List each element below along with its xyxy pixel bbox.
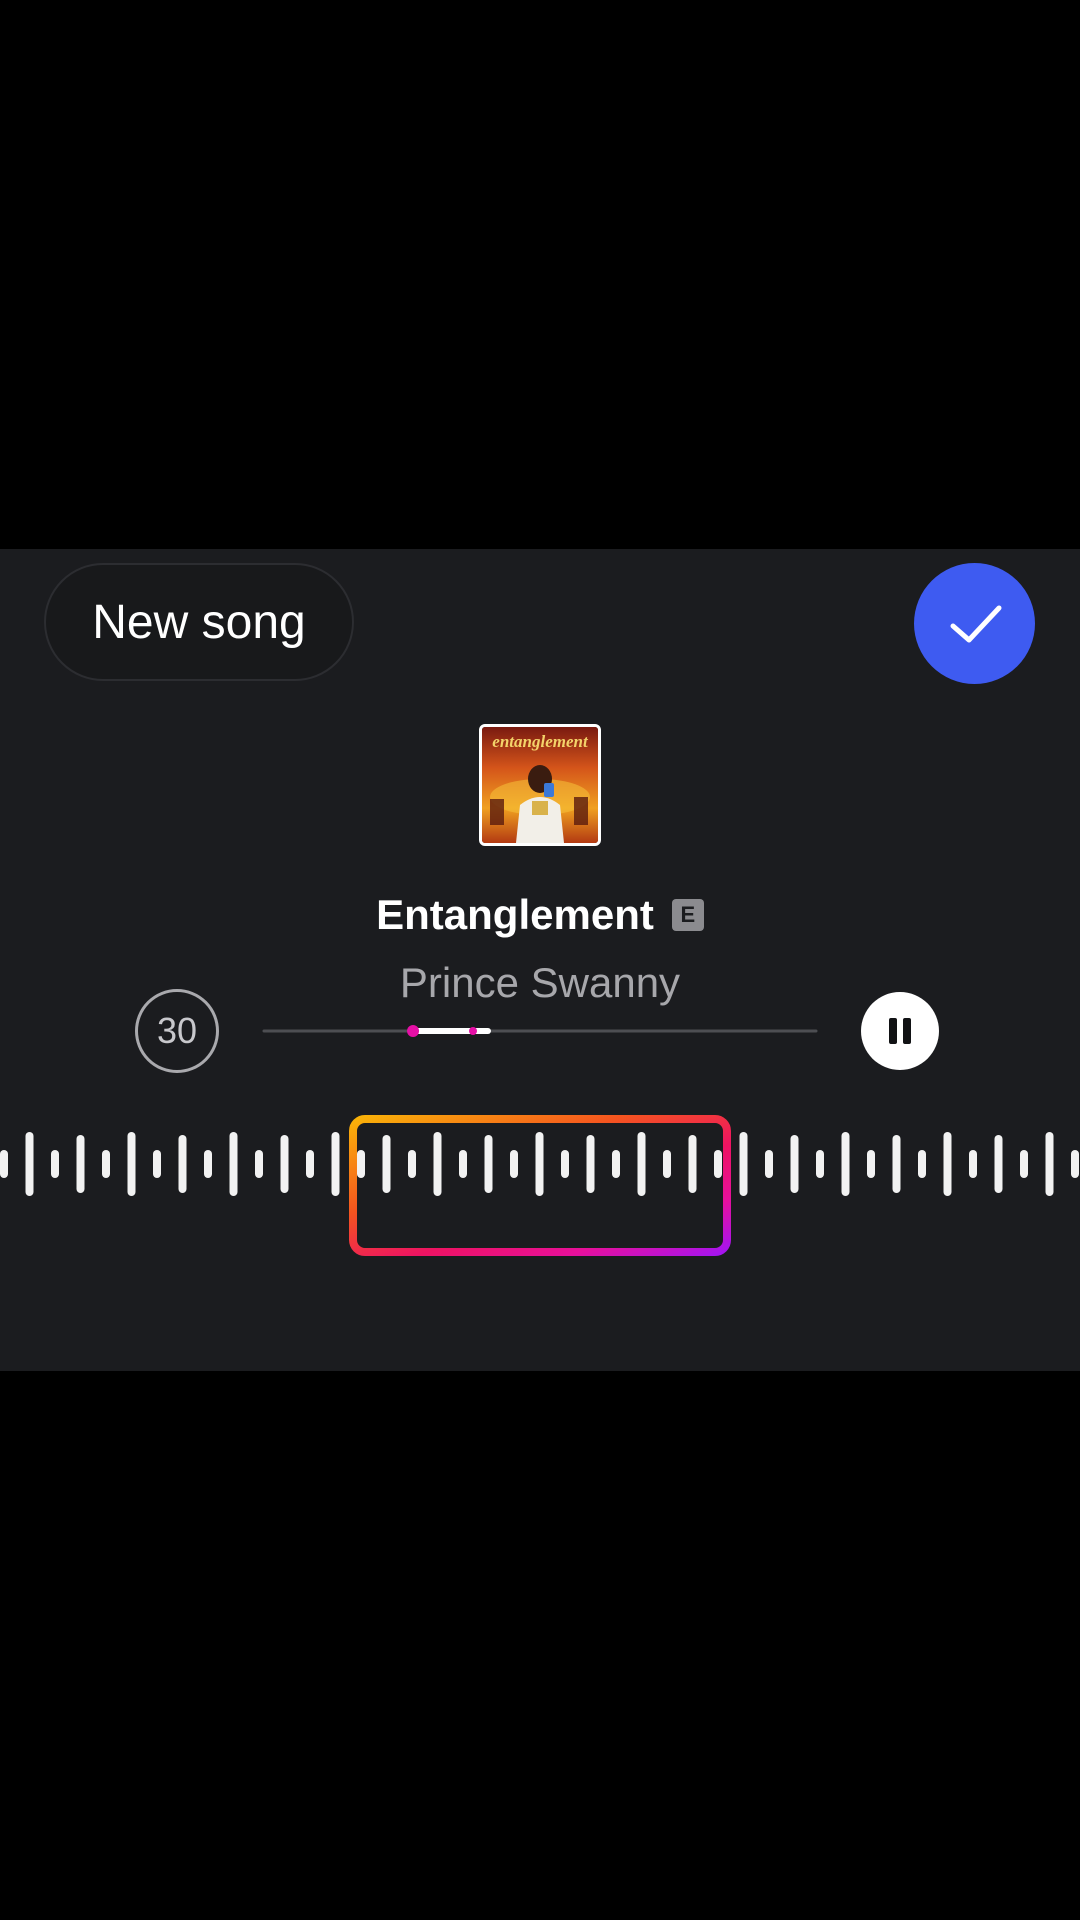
waveform-bar <box>0 1150 8 1178</box>
explicit-badge: E <box>671 899 704 931</box>
confirm-button[interactable] <box>914 563 1035 684</box>
waveform-bar <box>484 1135 493 1193</box>
music-picker-panel: New song entanglement Entanglement E Pri… <box>0 549 1080 1371</box>
waveform-bar <box>178 1135 187 1193</box>
waveform-bar <box>1071 1150 1079 1178</box>
new-song-button[interactable]: New song <box>44 563 354 681</box>
waveform-bar <box>408 1150 416 1178</box>
waveform-bar <box>612 1150 620 1178</box>
checkmark-icon <box>950 605 1001 642</box>
waveform-bar <box>969 1150 977 1178</box>
waveform-bar <box>841 1132 850 1196</box>
waveform-bar <box>204 1150 212 1178</box>
waveform-bar <box>51 1150 59 1178</box>
waveform-bar <box>510 1150 518 1178</box>
waveform-bar <box>561 1150 569 1178</box>
waveform-bar <box>433 1132 442 1196</box>
waveform-bar <box>688 1135 697 1193</box>
new-song-label: New song <box>92 595 306 649</box>
song-title: Entanglement <box>376 891 654 938</box>
waveform-bar <box>331 1132 340 1196</box>
waveform-bar <box>229 1132 238 1196</box>
waveform-bar <box>357 1150 365 1178</box>
waveform-bar <box>25 1132 34 1196</box>
waveform-bar <box>280 1135 289 1193</box>
title-row: Entanglement E <box>0 885 1080 945</box>
playhead-dot <box>407 1025 420 1037</box>
progress-window-end <box>469 1027 477 1035</box>
waveform-bar <box>255 1150 263 1178</box>
waveform-bar <box>816 1150 824 1178</box>
waveform-bar <box>535 1132 544 1196</box>
waveform-bar <box>76 1135 85 1193</box>
clip-duration-label: 30 <box>156 1010 198 1051</box>
clip-duration-button[interactable]: 30 <box>135 989 219 1073</box>
waveform-bar <box>306 1150 314 1178</box>
pause-icon <box>889 1018 911 1044</box>
waveform-bar <box>790 1135 799 1193</box>
waveform-bar <box>459 1150 467 1178</box>
waveform-bar <box>127 1132 136 1196</box>
waveform-bar <box>714 1150 722 1178</box>
waveform-scrubber[interactable] <box>0 1109 1080 1219</box>
waveform-bar <box>586 1135 595 1193</box>
waveform-bar <box>892 1135 901 1193</box>
waveform-bar <box>867 1150 875 1178</box>
waveform-bar <box>994 1135 1003 1193</box>
waveform-bar <box>382 1135 391 1193</box>
album-art-text: entanglement <box>492 732 589 751</box>
song-progress-bar[interactable] <box>260 1019 820 1043</box>
waveform-bar <box>637 1132 646 1196</box>
waveform-bar <box>102 1150 110 1178</box>
waveform-bar <box>739 1132 748 1196</box>
waveform-bar <box>918 1150 926 1178</box>
waveform-bar <box>1020 1150 1028 1178</box>
waveform-bar <box>943 1132 952 1196</box>
waveform-bar <box>765 1150 773 1178</box>
waveform-bar <box>153 1150 161 1178</box>
waveform-bar <box>1045 1132 1054 1196</box>
album-art: entanglement <box>479 724 601 846</box>
pause-button[interactable] <box>861 992 939 1070</box>
waveform-bar <box>663 1150 671 1178</box>
